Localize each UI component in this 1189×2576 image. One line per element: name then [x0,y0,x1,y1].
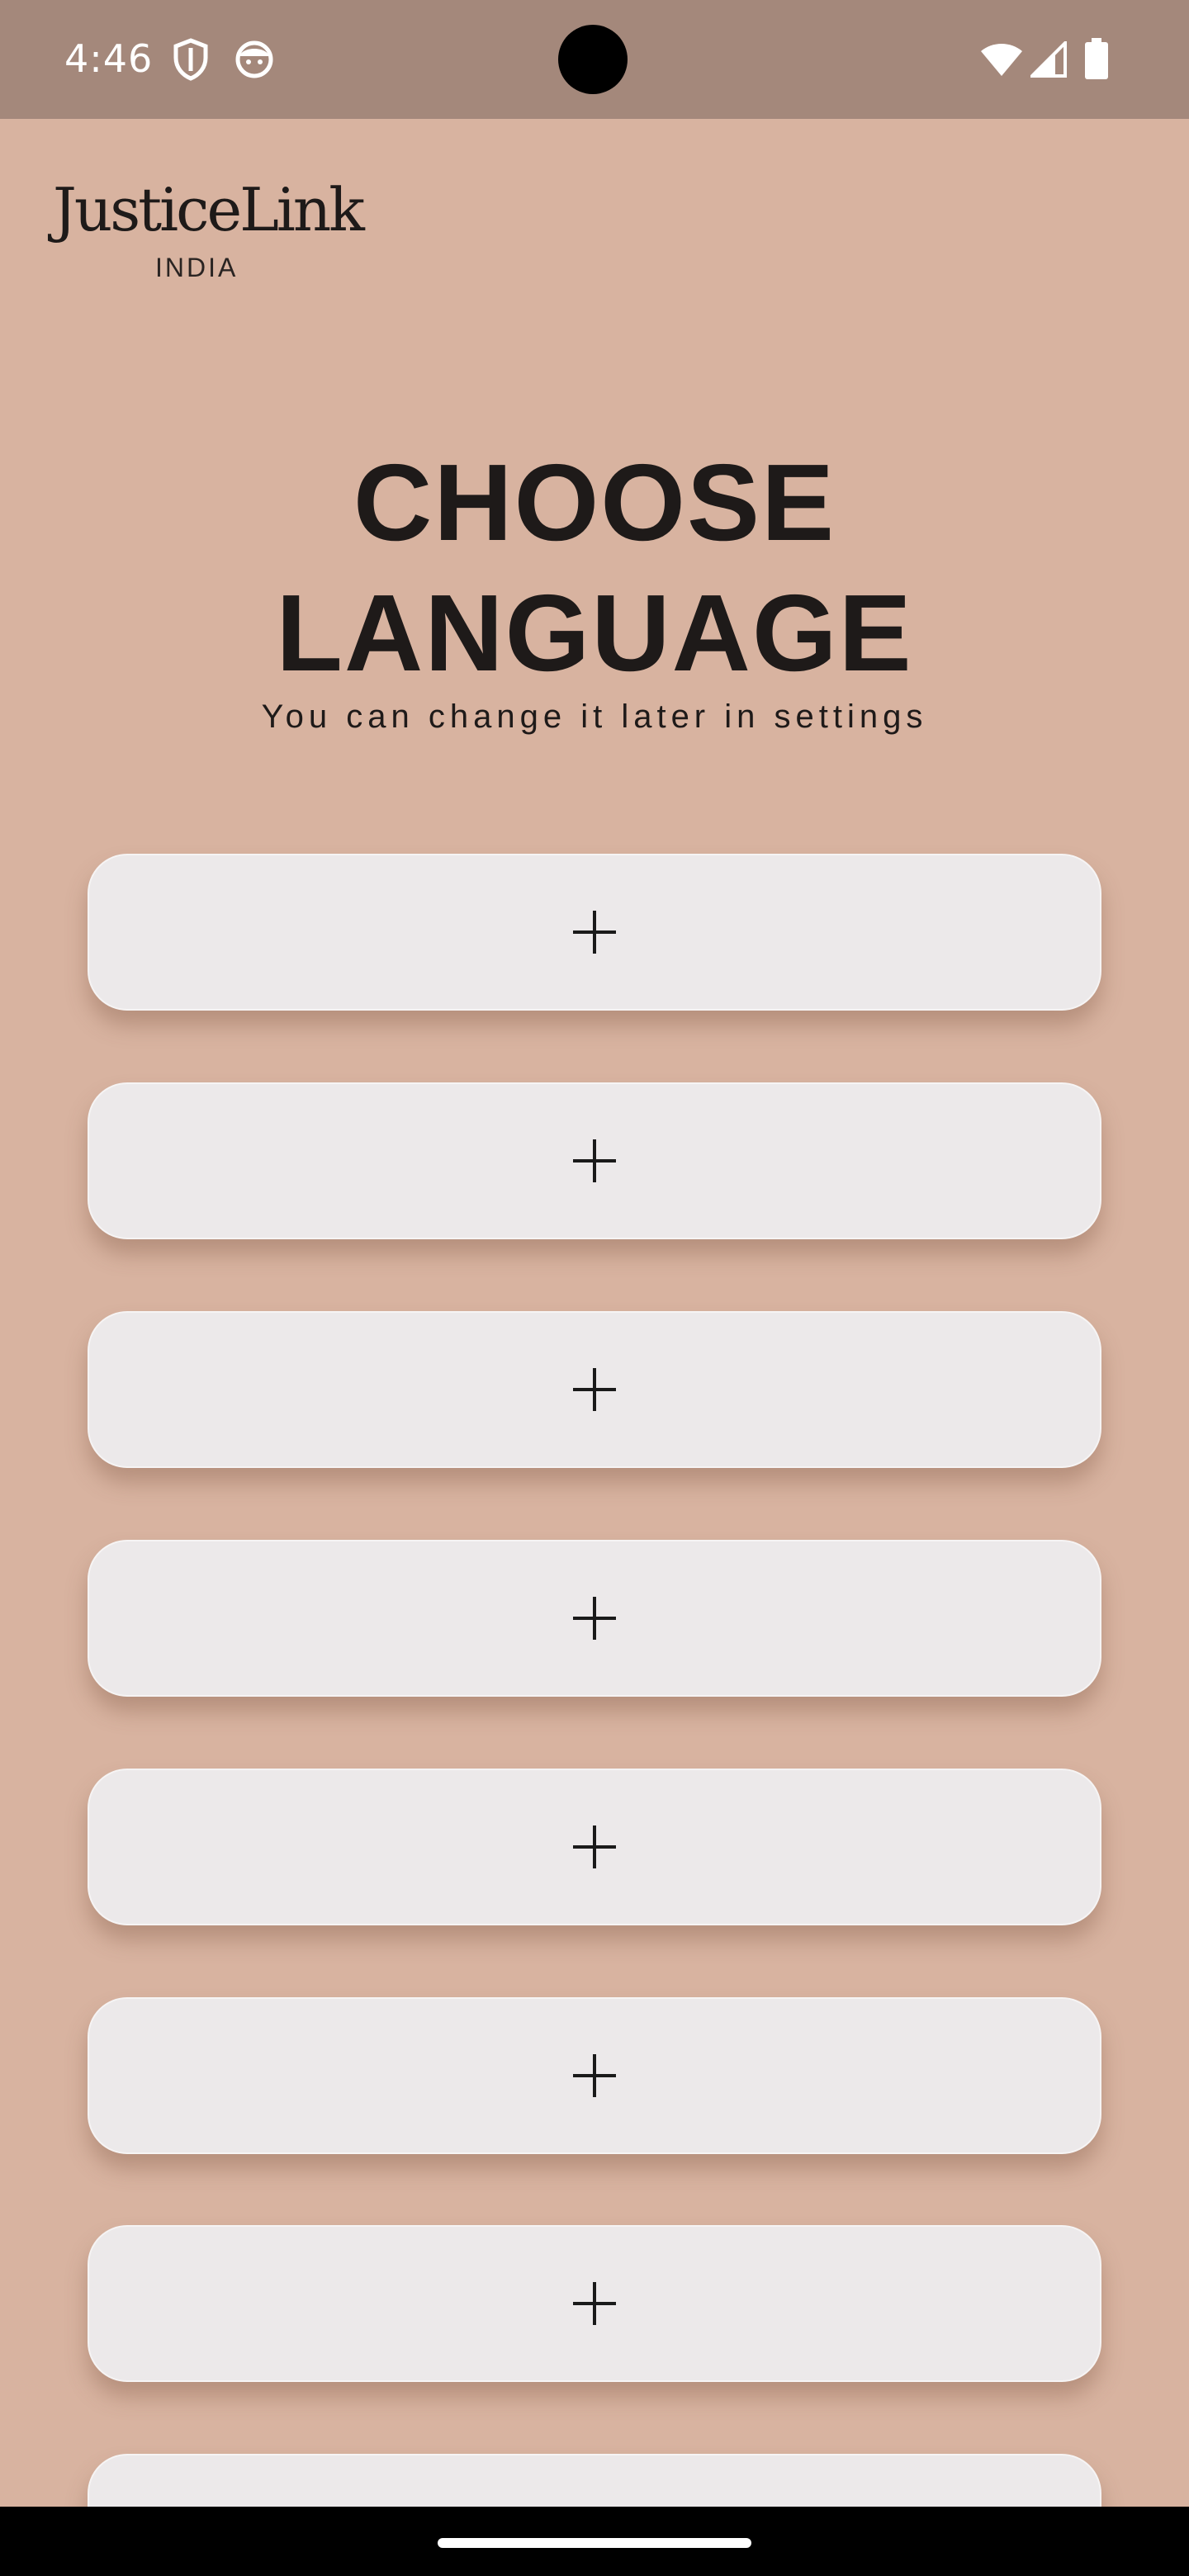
language-option-button[interactable] [88,2454,1101,2507]
language-option-button[interactable] [88,2225,1101,2382]
plus-icon [573,2054,616,2097]
language-option-button[interactable] [88,854,1101,1011]
home-indicator[interactable] [438,2538,751,2548]
navigation-bar [0,2507,1189,2576]
language-option-button[interactable] [88,1997,1101,2154]
language-option-button[interactable] [88,1769,1101,1925]
plus-icon [573,1139,616,1182]
language-option-button[interactable] [88,1540,1101,1697]
language-option-button[interactable] [88,1311,1101,1468]
plus-icon [573,2282,616,2325]
plus-icon [573,911,616,954]
plus-icon [573,1597,616,1640]
plus-icon [573,1368,616,1411]
plus-icon [573,1825,616,1868]
app-screen: 4:46 JusticeLink INDIA CHOOSE LANGUAGE Y… [0,0,1189,2576]
language-option-button[interactable] [88,1082,1101,1239]
language-list [0,0,1189,2507]
